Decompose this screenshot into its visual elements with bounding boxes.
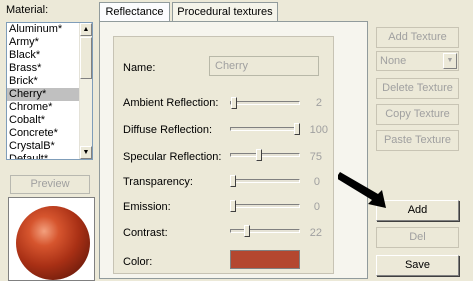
- contrast-value: 22: [309, 227, 322, 239]
- material-list-item[interactable]: Concrete*: [7, 127, 81, 140]
- slider-thumb[interactable]: [230, 200, 236, 212]
- slider-thumb[interactable]: [230, 175, 236, 187]
- name-label: Name:: [123, 62, 156, 74]
- material-list-scrollbar[interactable]: ▲ ▼: [79, 23, 92, 159]
- emission-value: 0: [313, 201, 320, 213]
- material-list-item[interactable]: Aluminum*: [7, 23, 81, 36]
- slider-thumb[interactable]: [231, 97, 237, 109]
- preview-button[interactable]: Preview: [10, 175, 90, 194]
- slider-track: [230, 204, 300, 208]
- slider-thumb[interactable]: [294, 123, 300, 135]
- material-list-item[interactable]: Cherry*: [7, 88, 81, 101]
- transparency-slider[interactable]: [230, 175, 300, 187]
- material-list-item[interactable]: Brass*: [7, 62, 81, 75]
- ambient-reflection-slider[interactable]: [230, 97, 300, 109]
- slider-track: [230, 179, 300, 183]
- color-label: Color:: [123, 256, 153, 268]
- specular-reflection-label: Specular Reflection:: [123, 151, 222, 163]
- material-list[interactable]: Aluminum* Army* Black* Brass* Brick* Cherry* C…: [6, 22, 93, 160]
- tab-reflectance[interactable]: Reflectance: [99, 2, 170, 22]
- transparency-label: Transparency:: [123, 176, 193, 188]
- copy-texture-button[interactable]: Copy Texture: [376, 104, 459, 125]
- material-label: Material:: [6, 4, 49, 16]
- color-swatch[interactable]: [230, 250, 300, 269]
- material-list-item[interactable]: Brick*: [7, 75, 81, 88]
- scroll-thumb[interactable]: [80, 37, 92, 79]
- del-button[interactable]: Del: [376, 227, 459, 248]
- slider-track: [230, 101, 300, 105]
- slider-track: [230, 127, 300, 131]
- material-items: Aluminum* Army* Black* Brass* Brick* Cherry* C…: [7, 23, 81, 159]
- contrast-slider[interactable]: [230, 225, 300, 237]
- add-texture-button[interactable]: Add Texture: [376, 27, 459, 48]
- specular-reflection-value: 75: [309, 151, 322, 163]
- scroll-down-icon[interactable]: ▼: [80, 146, 92, 159]
- material-preview-sphere: [16, 206, 90, 280]
- slider-track: [230, 153, 300, 157]
- material-list-item[interactable]: Default*: [7, 153, 81, 159]
- material-list-item[interactable]: Black*: [7, 49, 81, 62]
- emission-slider[interactable]: [230, 200, 300, 212]
- material-list-item[interactable]: Chrome*: [7, 101, 81, 114]
- mouse-pointer-icon: [338, 172, 386, 208]
- diffuse-reflection-label: Diffuse Reflection:: [123, 124, 213, 136]
- specular-reflection-slider[interactable]: [230, 149, 300, 161]
- texture-select[interactable]: None ▼: [376, 51, 459, 71]
- paste-texture-button[interactable]: Paste Texture: [376, 130, 459, 151]
- slider-thumb[interactable]: [244, 225, 250, 237]
- diffuse-reflection-slider[interactable]: [230, 123, 300, 135]
- slider-track: [230, 229, 300, 233]
- material-list-item[interactable]: Cobalt*: [7, 114, 81, 127]
- chevron-down-icon[interactable]: ▼: [443, 53, 457, 69]
- save-button[interactable]: Save: [376, 255, 459, 276]
- material-list-item[interactable]: CrystalB*: [7, 140, 81, 153]
- contrast-label: Contrast:: [123, 227, 168, 239]
- tab-procedural-textures[interactable]: Procedural textures: [172, 2, 278, 22]
- material-list-item[interactable]: Army*: [7, 36, 81, 49]
- slider-thumb[interactable]: [256, 149, 262, 161]
- scroll-up-icon[interactable]: ▲: [80, 23, 92, 36]
- ambient-reflection-label: Ambient Reflection:: [123, 97, 219, 109]
- delete-texture-button[interactable]: Delete Texture: [376, 78, 459, 99]
- texture-select-value: None: [380, 55, 407, 67]
- transparency-value: 0: [313, 176, 320, 188]
- ambient-reflection-value: 2: [315, 97, 322, 109]
- preview-box: [8, 197, 95, 281]
- emission-label: Emission:: [123, 201, 171, 213]
- name-field[interactable]: Cherry: [209, 56, 319, 76]
- diffuse-reflection-value: 100: [309, 124, 328, 136]
